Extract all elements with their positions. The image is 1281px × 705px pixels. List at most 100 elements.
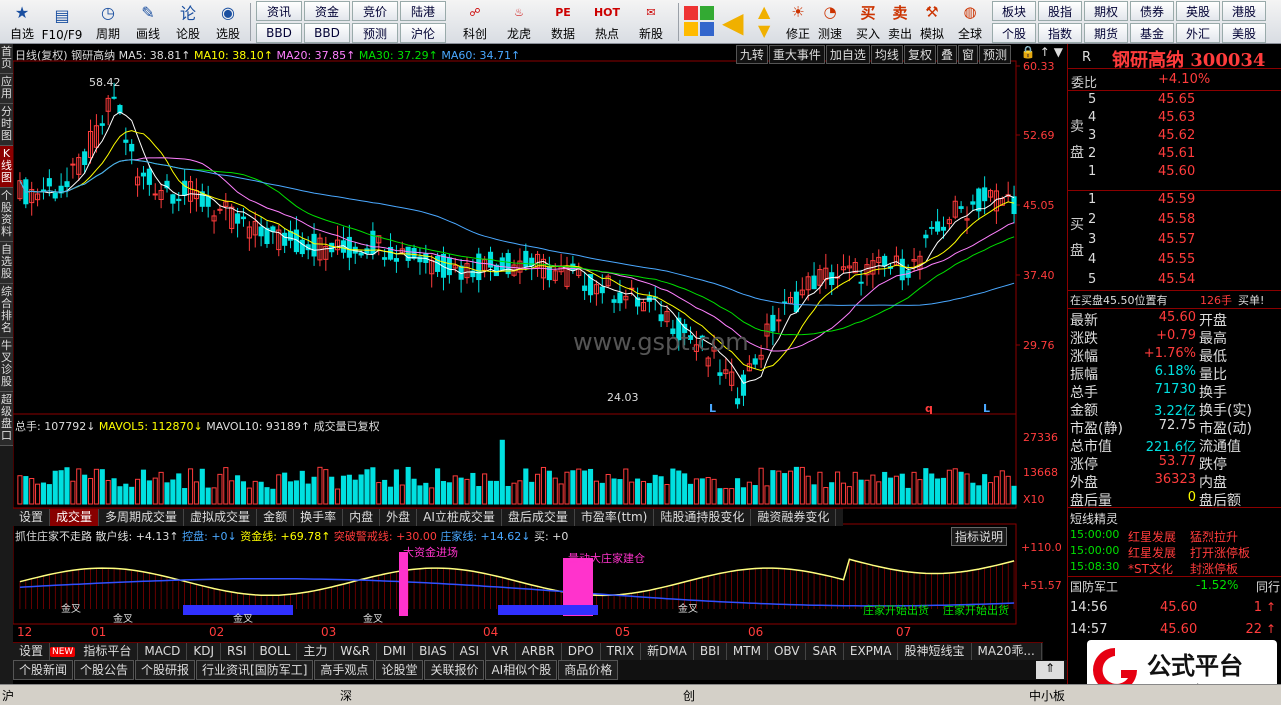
indicator-tab[interactable]: VR: [486, 643, 516, 660]
expand-up-icon[interactable]: ⇑: [1036, 661, 1064, 679]
arrow-down-icon[interactable]: ▼: [758, 21, 770, 40]
volume-tab[interactable]: 陆股通持股变化: [654, 509, 752, 526]
arrow-up-icon[interactable]: ▲: [758, 2, 770, 21]
news-tab[interactable]: 论股堂: [375, 660, 424, 680]
toolbar-pair-bottom-button[interactable]: BBD: [256, 23, 302, 43]
chart-header-button[interactable]: 均线: [870, 45, 903, 64]
shortline-name[interactable]: *ST文化: [1128, 560, 1173, 577]
buy-price[interactable]: 45.57: [1158, 232, 1195, 247]
chart-header-button[interactable]: 叠: [936, 45, 957, 64]
volume-tab[interactable]: 多周期成交量: [99, 509, 185, 526]
toolbar-buy-button[interactable]: 买买入: [852, 0, 884, 44]
buy-price[interactable]: 45.55: [1158, 252, 1195, 267]
chart-header-button[interactable]: 窗: [957, 45, 978, 64]
toolbar-pair-top-button[interactable]: 资讯: [256, 1, 302, 21]
toolbar-market-bottom-button[interactable]: 期货: [1084, 23, 1128, 43]
buy-price[interactable]: 45.58: [1158, 212, 1195, 227]
news-tab[interactable]: 商品价格: [558, 660, 619, 680]
buy-price[interactable]: 45.54: [1158, 272, 1195, 287]
indicator-tab[interactable]: ARBR: [516, 643, 562, 660]
toolbar-pair-top-button[interactable]: 资金: [304, 1, 350, 21]
indicator-tab[interactable]: SAR: [806, 643, 844, 660]
indicator-tab[interactable]: 设置: [13, 643, 51, 660]
left-tab[interactable]: K线图: [0, 146, 13, 188]
toolbar-kechuang-button[interactable]: ☍ 科创: [454, 0, 496, 44]
chart-header-button[interactable]: 重大事件: [768, 45, 825, 64]
toolbar-hot-button[interactable]: HOT 热点: [586, 0, 628, 44]
volume-tab[interactable]: 外盘: [380, 509, 418, 526]
sector-name[interactable]: 国防军工: [1070, 578, 1118, 595]
chart-header-button[interactable]: 加自选: [825, 45, 870, 64]
left-tab[interactable]: 综合排名: [0, 284, 13, 338]
shortline-name[interactable]: 红星发展: [1128, 528, 1176, 545]
toolbar-market-top-button[interactable]: 期权: [1084, 1, 1128, 21]
left-tab[interactable]: 自选股: [0, 242, 13, 284]
indicator-tab[interactable]: BOLL: [254, 643, 298, 660]
sell-price[interactable]: 45.60: [1158, 164, 1195, 179]
news-tab[interactable]: 行业资讯[国防军工]: [196, 660, 314, 680]
shortline-name[interactable]: 红星发展: [1128, 544, 1176, 561]
status-market-label[interactable]: 沪: [2, 687, 14, 704]
indicator-tab[interactable]: 主力: [297, 643, 335, 660]
indicator-tab[interactable]: KDJ: [187, 643, 221, 660]
toolbar-pair-top-button[interactable]: 竞价: [352, 1, 398, 21]
left-tab[interactable]: 应用: [0, 74, 13, 104]
toolbar-market-bottom-button[interactable]: 个股: [992, 23, 1036, 43]
toolbar-market-top-button[interactable]: 英股: [1176, 1, 1220, 21]
volume-tab[interactable]: 金额: [257, 509, 295, 526]
toolbar-market-top-button[interactable]: 港股: [1222, 1, 1266, 21]
arrow-left-icon[interactable]: ◀: [722, 6, 744, 39]
indicator-tab[interactable]: 新DMA: [641, 643, 694, 660]
chart-header-button[interactable]: 预测: [978, 45, 1011, 64]
volume-tab[interactable]: 市盈率(ttm): [575, 509, 655, 526]
indicator-tab[interactable]: TRIX: [601, 643, 642, 660]
chart-period-title[interactable]: 日线(复权): [15, 49, 68, 62]
left-tab[interactable]: 分时图: [0, 104, 13, 146]
kline-chart-svg[interactable]: 60.33 52.69 45.05 37.40 29.76 27336 13668 X10 +1…: [13, 44, 1067, 640]
indicator-tab[interactable]: EXPMA: [844, 643, 899, 660]
indicator-tab[interactable]: DPO: [562, 643, 601, 660]
toolbar-pencil-button[interactable]: ✎ 画线: [128, 0, 168, 44]
volume-tab[interactable]: 成交量: [50, 509, 100, 526]
chart-header-button[interactable]: 九转: [735, 45, 768, 64]
volume-tab[interactable]: 虚拟成交量: [184, 509, 258, 526]
indicator-tab[interactable]: MTM: [727, 643, 768, 660]
lock-icon[interactable]: 🔒: [1021, 45, 1036, 59]
toolbar-dragon-tiger-button[interactable]: ♨ 龙虎: [498, 0, 540, 44]
toolbar-pe-button[interactable]: PE 数据: [542, 0, 584, 44]
toolbar-hammer-button[interactable]: ⚒ 模拟: [916, 0, 948, 44]
indicator-explain-button[interactable]: 指标说明: [951, 527, 1008, 546]
toolbar-market-bottom-button[interactable]: 基金: [1130, 23, 1174, 43]
volume-tab[interactable]: 设置: [13, 509, 51, 526]
indicator-tab[interactable]: MACD: [138, 643, 188, 660]
indicator-tab[interactable]: 指标平台: [77, 643, 139, 660]
status-market-label[interactable]: 深: [340, 687, 352, 704]
news-tab[interactable]: 个股研报: [135, 660, 196, 680]
toolbar-bulb-button[interactable]: ☀ 修正: [782, 0, 814, 44]
layout-grid-icon[interactable]: [684, 6, 714, 36]
toolbar-star-button[interactable]: ★ 自选: [2, 0, 42, 44]
toolbar-lungu-button[interactable]: 论论股: [168, 0, 208, 44]
news-tab[interactable]: 关联报价: [424, 660, 485, 680]
news-tab[interactable]: 个股公告: [74, 660, 135, 680]
toolbar-pair-bottom-button[interactable]: 预测: [352, 23, 398, 43]
left-tab[interactable]: 超级盘口: [0, 392, 13, 446]
sell-price[interactable]: 45.63: [1158, 110, 1195, 125]
toolbar-sell-button[interactable]: 卖卖出: [884, 0, 916, 44]
toolbar-speed-button[interactable]: ◔ 测速: [814, 0, 846, 44]
toolbar-market-top-button[interactable]: 股指: [1038, 1, 1082, 21]
left-tab[interactable]: 牛叉诊股: [0, 338, 13, 392]
toolbar-market-top-button[interactable]: 板块: [992, 1, 1036, 21]
toolbar-pair-bottom-button[interactable]: BBD: [304, 23, 350, 43]
news-tab[interactable]: AI相似个股: [485, 660, 558, 680]
volume-tab[interactable]: 换手率: [294, 509, 344, 526]
indicator-tab[interactable]: MA20乖...: [972, 643, 1042, 660]
indicator-tab[interactable]: BBI: [694, 643, 727, 660]
volume-tab[interactable]: AI立桩成交量: [417, 509, 502, 526]
indicator-tab[interactable]: OBV: [768, 643, 807, 660]
buy-price[interactable]: 45.59: [1158, 192, 1195, 207]
status-market-label[interactable]: 中小板: [1029, 687, 1065, 704]
volume-tab[interactable]: 融资融券变化: [751, 509, 837, 526]
indicator-tab[interactable]: RSI: [221, 643, 254, 660]
sell-price[interactable]: 45.62: [1158, 128, 1195, 143]
